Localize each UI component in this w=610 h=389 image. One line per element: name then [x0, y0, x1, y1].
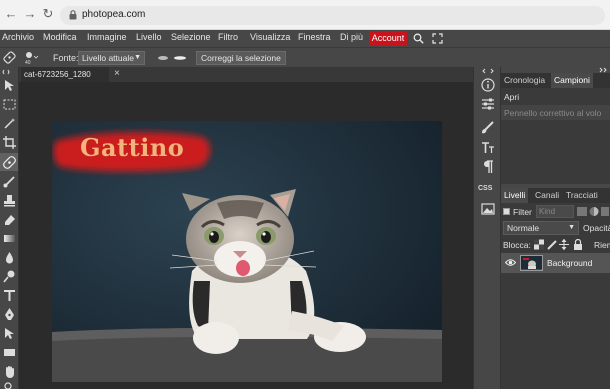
fill-label: Riem [594, 240, 610, 250]
collapse-arrows-icon[interactable] [2, 69, 17, 75]
menu-filtro[interactable]: Filtro [218, 32, 238, 42]
opacity-label: Opacità [583, 223, 610, 233]
brush-panel-icon[interactable] [480, 119, 496, 135]
arrow-left-icon[interactable]: ← [4, 7, 18, 21]
tab-cronologia[interactable]: Cronologia [501, 73, 548, 88]
info-icon[interactable] [480, 77, 496, 93]
tab-livelli[interactable]: Livelli [501, 188, 529, 203]
source-select-value: Livello attuale [82, 53, 134, 63]
filter-kind-value: Kind [539, 207, 556, 216]
character-panel-icon[interactable] [480, 140, 496, 156]
history-panel: Cronologia Campioni Apri Pennello corret… [501, 67, 610, 184]
zoom-tool-icon[interactable] [2, 381, 17, 389]
paragraph-icon[interactable] [480, 159, 496, 175]
history-item-label: Pennello correttivo al volo [504, 108, 602, 118]
adjustments-icon[interactable] [480, 96, 496, 112]
blend-mode-select[interactable]: Normale ▼ [503, 221, 579, 235]
menu-selezione[interactable]: Selezione [171, 32, 211, 42]
patch-tool-icon[interactable] [3, 51, 16, 64]
clone-stamp-icon[interactable] [2, 193, 17, 208]
browser-toolbar: ← → ↻ photopea.com [0, 0, 610, 30]
lock-icon [69, 10, 77, 20]
menu-finestra[interactable]: Finestra [298, 32, 331, 42]
layer-thumbnail [520, 255, 543, 271]
url-text: photopea.com [82, 9, 146, 20]
brush-preset-icon[interactable] [156, 54, 190, 62]
crop-tool-icon[interactable] [2, 135, 17, 150]
menu-bar: Archivio Modifica Immagine Livello Selez… [0, 30, 610, 47]
arrow-right-icon[interactable]: → [23, 7, 37, 21]
marquee-tool-icon[interactable] [2, 97, 17, 112]
account-button[interactable]: Account [369, 31, 407, 46]
document-tab[interactable]: cat-6723256_1280 [21, 67, 109, 82]
tab-campioni[interactable]: Campioni [551, 73, 593, 88]
chevron-down-icon: ▼ [134, 54, 141, 61]
menu-di-piu[interactable]: Di più [340, 32, 363, 42]
magic-wand-icon[interactable] [2, 116, 17, 131]
filter-checkbox[interactable] [503, 208, 510, 215]
svg-text:40: 40 [25, 60, 31, 65]
eye-icon[interactable] [505, 258, 516, 267]
collapse-arrows-icon[interactable] [481, 68, 495, 74]
type-tool-icon[interactable] [2, 288, 17, 303]
layer-row-background[interactable]: Background [501, 253, 610, 273]
tab-canali[interactable]: Canali [532, 188, 562, 203]
menu-archivio[interactable]: Archivio [2, 32, 34, 42]
layers-tabbar: Livelli Canali Tracciati [501, 188, 610, 203]
menu-immagine[interactable]: Immagine [87, 32, 127, 42]
filter-type-icons[interactable] [577, 206, 609, 217]
eraser-tool-icon[interactable] [2, 212, 17, 227]
correct-selection-button[interactable]: Correggi la selezione [196, 51, 286, 65]
dodge-tool-icon[interactable] [2, 269, 17, 284]
css-icon[interactable]: CSS [478, 185, 492, 192]
document-canvas[interactable]: Gattino [52, 121, 442, 382]
layer-thumbnail-image [521, 258, 542, 270]
history-item-active[interactable]: Pennello correttivo al volo [501, 105, 610, 120]
document-tab-title: cat-6723256_1280 [24, 70, 91, 79]
menu-modifica[interactable]: Modifica [43, 32, 77, 42]
history-tabbar: Cronologia Campioni [501, 73, 610, 88]
image-icon[interactable] [480, 201, 496, 217]
lock-label: Blocca: [503, 240, 531, 250]
options-bar: 40 Fonte: Livello attuale ▼ Correggi la … [0, 47, 610, 67]
filter-kind-select[interactable]: Kind [536, 205, 574, 218]
menu-visualizza[interactable]: Visualizza [250, 32, 290, 42]
brush-tool-icon[interactable] [2, 174, 17, 189]
move-tool-icon[interactable] [2, 78, 17, 93]
brush-size-icon[interactable]: 40 [24, 50, 38, 65]
pen-tool-icon[interactable] [2, 307, 17, 322]
history-item[interactable]: Apri [504, 92, 519, 102]
path-select-icon[interactable] [2, 326, 17, 341]
reload-icon[interactable]: ↻ [41, 7, 55, 21]
layer-name: Background [547, 258, 593, 268]
gradient-tool-icon[interactable] [2, 231, 17, 246]
menu-livello[interactable]: Livello [136, 32, 162, 42]
shape-tool-icon[interactable] [2, 345, 17, 360]
lock-options-icons[interactable] [534, 239, 586, 250]
document-tab-bar: cat-6723256_1280 × [19, 67, 473, 82]
panel-icon-strip: CSS [473, 67, 501, 389]
filter-label: Filter [513, 207, 532, 217]
fullscreen-icon[interactable] [432, 33, 443, 44]
search-icon[interactable] [413, 33, 424, 44]
tab-tracciati[interactable]: Tracciati [563, 188, 601, 203]
address-bar[interactable]: photopea.com [60, 6, 605, 25]
source-label: Fonte: [53, 53, 79, 63]
close-tab-icon[interactable]: × [114, 68, 120, 79]
chevron-down-icon: ▼ [568, 224, 575, 231]
overlay-text: Gattino [80, 133, 185, 162]
layers-panel: Livelli Canali Tracciati Filter Kind Nor… [501, 184, 610, 389]
source-select[interactable]: Livello attuale ▼ [78, 51, 145, 65]
blend-mode-value: Normale [507, 223, 540, 233]
tools-panel [0, 67, 19, 389]
blur-tool-icon[interactable] [2, 250, 17, 265]
healing-brush-icon[interactable] [2, 155, 17, 170]
hand-tool-icon[interactable] [2, 364, 17, 379]
